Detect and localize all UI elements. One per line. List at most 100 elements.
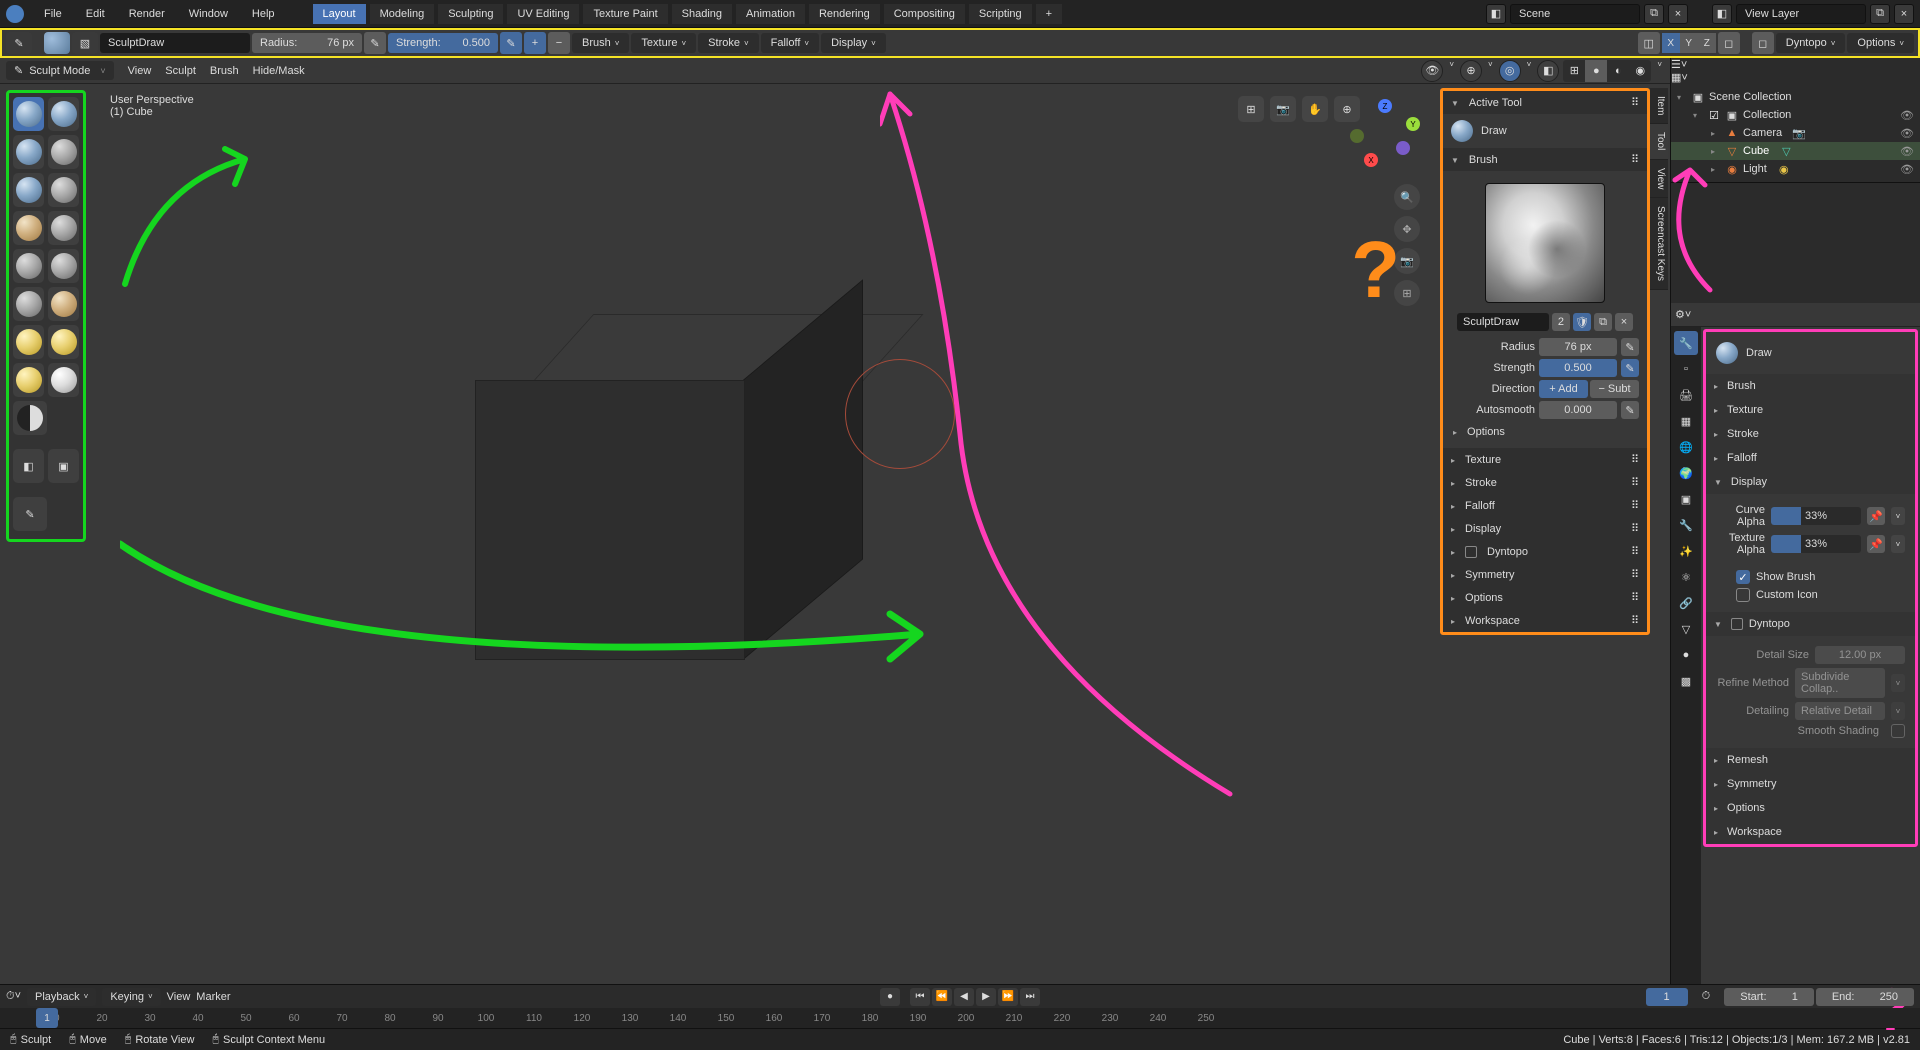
vtab-screencast[interactable]: Screencast Keys — [1650, 198, 1668, 290]
overlays-visibility-icon[interactable]: 👁 — [1421, 60, 1443, 82]
outliner-scene-collection[interactable]: ▾▣Scene Collection — [1671, 88, 1920, 106]
tool-scrape[interactable] — [13, 287, 44, 321]
props-remesh-header[interactable]: Remesh — [1706, 748, 1915, 772]
direction-add-toggle[interactable]: + — [524, 32, 546, 54]
np-autosmooth[interactable]: 0.000 — [1539, 401, 1617, 419]
tool-flatten[interactable] — [13, 249, 44, 283]
symmetry-icon[interactable]: ◫ — [1638, 32, 1660, 54]
texture-alpha-slider[interactable]: 33% — [1771, 535, 1861, 553]
workspace-compositing[interactable]: Compositing — [884, 4, 965, 24]
viewlayer-delete-icon[interactable]: × — [1894, 4, 1914, 24]
menu-edit[interactable]: Edit — [76, 4, 115, 24]
tl-keying[interactable]: Keying˅ — [102, 988, 160, 1006]
tl-playback[interactable]: Playback˅ — [27, 988, 96, 1006]
smooth-shading-checkbox[interactable] — [1891, 724, 1905, 738]
tool-nudge[interactable] — [48, 363, 79, 397]
axis-neg-z[interactable] — [1396, 141, 1410, 155]
fake-user-icon[interactable]: 🛡 — [1573, 313, 1591, 331]
brush-dropdown[interactable]: Brush˅ — [572, 33, 629, 53]
curve-alpha-pin-icon[interactable]: 📌 — [1867, 507, 1885, 525]
ptab-output[interactable]: 🖨 — [1674, 383, 1698, 407]
outliner-camera[interactable]: ▸▲Camera📷👁 — [1671, 124, 1920, 142]
strength-slider[interactable]: Strength:0.500 — [388, 33, 498, 53]
keyframe-next[interactable]: ⏩ — [998, 988, 1018, 1006]
radius-pen-icon[interactable]: ✎ — [1621, 338, 1639, 356]
sym-x-toggle[interactable]: X — [1662, 33, 1680, 53]
custom-icon-checkbox[interactable] — [1736, 588, 1750, 602]
workspace-modeling[interactable]: Modeling — [370, 4, 435, 24]
viewlayer-new-icon[interactable]: ⧉ — [1870, 4, 1890, 24]
play-fwd[interactable]: ▶ — [976, 988, 996, 1006]
ptab-particles[interactable]: ✨ — [1674, 539, 1698, 563]
vp-menu-view[interactable]: View — [128, 65, 152, 77]
props-editor-icon[interactable]: ⚙˅ — [1675, 308, 1691, 321]
texture-alpha-pin-icon[interactable]: 📌 — [1867, 535, 1885, 553]
props-falloff-header[interactable]: Falloff — [1706, 446, 1915, 470]
workspace-scripting[interactable]: Scripting — [969, 4, 1032, 24]
vp-menu-sculpt[interactable]: Sculpt — [165, 65, 196, 77]
np-radius[interactable]: 76 px — [1539, 338, 1617, 356]
workspace-add[interactable]: + — [1036, 4, 1062, 24]
strength-pen-icon[interactable]: ✎ — [1621, 359, 1639, 377]
workspace-texpaint[interactable]: Texture Paint — [583, 4, 667, 24]
current-frame[interactable]: 1 — [1646, 988, 1688, 1006]
active-tool-header[interactable]: Active Tool⠿ — [1443, 91, 1647, 114]
display-dropdown[interactable]: Display˅ — [821, 33, 886, 53]
tl-marker[interactable]: Marker — [196, 991, 230, 1003]
ptab-scene[interactable]: 🌐 — [1674, 435, 1698, 459]
tl-view[interactable]: View — [167, 991, 191, 1003]
menu-window[interactable]: Window — [179, 4, 238, 24]
brush-image-icon[interactable]: ▧ — [72, 32, 98, 54]
tool-boxmask[interactable]: ◧ — [13, 449, 44, 483]
tool-thumb[interactable] — [13, 363, 44, 397]
axis-x[interactable]: X — [1364, 153, 1378, 167]
props-symmetry-header[interactable]: Symmetry — [1706, 772, 1915, 796]
tool-fill[interactable] — [48, 249, 79, 283]
shading-render-icon[interactable]: ◉ — [1629, 60, 1651, 82]
axis-z[interactable]: Z — [1378, 99, 1392, 113]
texture-dropdown[interactable]: Texture˅ — [631, 33, 696, 53]
tool-claystrips[interactable] — [13, 135, 44, 169]
zoom-icon[interactable]: 🔍 — [1394, 184, 1420, 210]
shading-wire-icon[interactable]: ⊞ — [1563, 60, 1585, 82]
tool-annotate[interactable]: ✎ — [13, 497, 47, 531]
props-options-header[interactable]: Options — [1706, 796, 1915, 820]
axis-y[interactable]: Y — [1406, 117, 1420, 131]
np-symmetry[interactable]: Symmetry⠿ — [1443, 563, 1647, 586]
np-options-sub[interactable]: Options — [1451, 422, 1639, 442]
workspace-rendering[interactable]: Rendering — [809, 4, 880, 24]
mode-selector[interactable]: ✎ Sculpt Mode — [6, 61, 114, 80]
ptab-world[interactable]: 🌍 — [1674, 461, 1698, 485]
ptab-modifiers[interactable]: 🔧 — [1674, 513, 1698, 537]
tool-smooth[interactable] — [48, 211, 79, 245]
viewport-3d[interactable]: ◧▣ ✎ User Perspective (1) Cube ⊞ 📷 ✋ ⊕ Z… — [0, 84, 1670, 984]
gizmo-toggle-icon[interactable]: ⊕ — [1460, 60, 1482, 82]
ptab-render[interactable]: ▫ — [1674, 357, 1698, 381]
shading-solid-icon[interactable]: ● — [1585, 60, 1607, 82]
workspace-shading[interactable]: Shading — [672, 4, 732, 24]
workspace-layout[interactable]: Layout — [313, 4, 366, 24]
shading-matprev-icon[interactable]: ◐ — [1607, 60, 1629, 82]
outliner-editor-icon[interactable]: ☰˅ — [1671, 58, 1920, 71]
brush-name-input[interactable]: SculptDraw — [1457, 313, 1549, 331]
camera-visibility-icon[interactable]: 👁 — [1900, 127, 1914, 140]
props-brush-header[interactable]: Brush — [1706, 374, 1915, 398]
dir-add[interactable]: + Add — [1539, 380, 1588, 398]
outliner-light[interactable]: ▸◉Light◉👁 — [1671, 160, 1920, 178]
np-workspace[interactable]: Workspace⠿ — [1443, 609, 1647, 632]
sym-z-toggle[interactable]: Z — [1698, 33, 1716, 53]
np-display[interactable]: Display⠿ — [1443, 517, 1647, 540]
perspective-icon[interactable]: ⊞ — [1394, 280, 1420, 306]
nav-gizmo[interactable]: Z Y X — [1350, 99, 1420, 169]
brush-copy-icon[interactable]: ⧉ — [1594, 313, 1612, 331]
dyntopo-checkbox[interactable]: ◻ — [1752, 32, 1774, 54]
props-display-header[interactable]: Display — [1706, 470, 1915, 494]
ptab-texture[interactable]: ▩ — [1674, 669, 1698, 693]
props-dyntopo-header[interactable]: Dyntopo — [1706, 612, 1915, 636]
collection-visibility-icon[interactable]: 👁 — [1900, 109, 1914, 122]
start-frame[interactable]: Start: 1 — [1724, 988, 1814, 1006]
tool-icon[interactable]: ✎ — [6, 32, 32, 54]
menu-file[interactable]: File — [34, 4, 72, 24]
overlays-toggle-icon[interactable]: ◎ — [1499, 60, 1521, 82]
detailing-mode[interactable]: Relative Detail — [1795, 702, 1885, 720]
